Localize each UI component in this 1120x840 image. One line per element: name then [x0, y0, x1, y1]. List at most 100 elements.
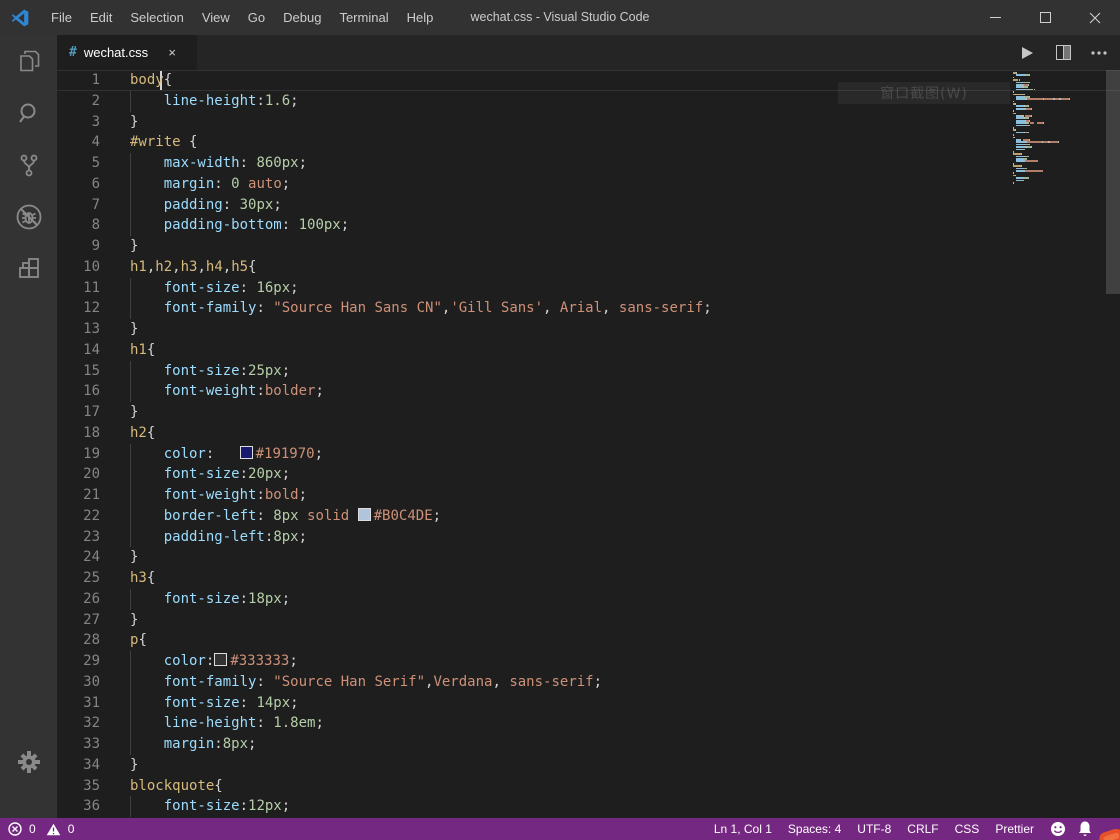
code-line-35[interactable]: 35blockquote{ [57, 776, 1120, 797]
code-line-14[interactable]: 14h1{ [57, 340, 1120, 361]
menu-debug[interactable]: Debug [274, 0, 330, 35]
tab-label: wechat.css [84, 45, 148, 60]
line-number: 23 [57, 527, 100, 548]
warning-count: 0 [68, 822, 75, 836]
status-bar: 0 0 Ln 1, Col 1Spaces: 4UTF-8CRLFCSSPret… [0, 818, 1120, 840]
code-line-31[interactable]: 31 font-size: 14px; [57, 693, 1120, 714]
code-line-22[interactable]: 22 border-left: 8px solid #B0C4DE; [57, 506, 1120, 527]
more-actions-button[interactable] [1086, 40, 1112, 66]
notifications-bell-icon[interactable] [1074, 818, 1120, 840]
status-css[interactable]: CSS [947, 818, 988, 840]
color-swatch[interactable] [214, 653, 227, 666]
token-prop: border-left [164, 508, 257, 524]
code-editor[interactable]: 1body{2 line-height:1.6;3}4#write {5 max… [57, 70, 1120, 818]
code-line-19[interactable]: 19 color: #191970; [57, 444, 1120, 465]
vertical-scrollbar[interactable] [1106, 70, 1120, 818]
status-prettier[interactable]: Prettier [987, 818, 1042, 840]
debug-icon[interactable] [0, 191, 57, 243]
code-line-4[interactable]: 4#write { [57, 132, 1120, 153]
token-pun: } [130, 757, 138, 773]
menu-view[interactable]: View [193, 0, 239, 35]
code-line-13[interactable]: 13} [57, 319, 1120, 340]
code-line-10[interactable]: 10h1,h2,h3,h4,h5{ [57, 257, 1120, 278]
tab-close-icon[interactable]: × [162, 43, 182, 63]
code-line-25[interactable]: 25h3{ [57, 568, 1120, 589]
status-ln-1-col-1[interactable]: Ln 1, Col 1 [706, 818, 780, 840]
code-line-8[interactable]: 8 padding-bottom: 100px; [57, 215, 1120, 236]
code-line-27[interactable]: 27} [57, 610, 1120, 631]
extensions-icon[interactable] [0, 243, 57, 295]
token-pun: } [130, 321, 138, 337]
code-line-12[interactable]: 12 font-family: "Source Han Sans CN",'Gi… [57, 298, 1120, 319]
code-line-29[interactable]: 29 color:#333333; [57, 651, 1120, 672]
code-line-18[interactable]: 18h2{ [57, 423, 1120, 444]
code-line-3[interactable]: 3} [57, 112, 1120, 133]
code-line-15[interactable]: 15 font-size:25px; [57, 361, 1120, 382]
explorer-icon[interactable] [0, 35, 57, 87]
error-count: 0 [29, 822, 36, 836]
code-line-11[interactable]: 11 font-size: 16px; [57, 278, 1120, 299]
menu-edit[interactable]: Edit [81, 0, 121, 35]
problems-status[interactable]: 0 0 [0, 818, 88, 840]
token-prop: max-width [164, 155, 240, 171]
token-pun: ; [282, 466, 290, 482]
code-line-36[interactable]: 36 font-size:12px; [57, 796, 1120, 817]
run-button[interactable] [1014, 40, 1040, 66]
vscode-window: FileEditSelectionViewGoDebugTerminalHelp… [0, 0, 1120, 840]
line-number: 30 [57, 672, 100, 693]
code-text: font-weight:bolder; [100, 381, 324, 402]
token-pun: ; [315, 383, 323, 399]
code-line-6[interactable]: 6 margin: 0 auto; [57, 174, 1120, 195]
code-line-30[interactable]: 30 font-family: "Source Han Serif",Verda… [57, 672, 1120, 693]
code-lines: 1body{2 line-height:1.6;3}4#write {5 max… [57, 70, 1120, 817]
code-line-20[interactable]: 20 font-size:20px; [57, 464, 1120, 485]
minimap[interactable] [1013, 72, 1105, 184]
code-line-28[interactable]: 28p{ [57, 630, 1120, 651]
split-editor-button[interactable] [1050, 40, 1076, 66]
search-icon[interactable] [0, 87, 57, 139]
close-button[interactable] [1070, 0, 1120, 35]
settings-gear-icon[interactable] [0, 736, 57, 788]
line-number: 18 [57, 423, 100, 444]
code-line-7[interactable]: 7 padding: 30px; [57, 195, 1120, 216]
color-swatch[interactable] [240, 446, 253, 459]
code-line-24[interactable]: 24} [57, 547, 1120, 568]
token-plain [130, 736, 164, 752]
tab-wechat-css[interactable]: # wechat.css × [57, 35, 197, 70]
scrollbar-thumb[interactable] [1106, 70, 1120, 294]
feedback-smiley-icon[interactable] [1042, 818, 1074, 840]
code-line-33[interactable]: 33 margin:8px; [57, 734, 1120, 755]
token-hex: #333333 [230, 653, 289, 669]
token-pun: ; [315, 715, 323, 731]
status-utf-8[interactable]: UTF-8 [849, 818, 899, 840]
code-line-26[interactable]: 26 font-size:18px; [57, 589, 1120, 610]
menu-terminal[interactable]: Terminal [330, 0, 397, 35]
menu-selection[interactable]: Selection [121, 0, 192, 35]
status-crlf[interactable]: CRLF [899, 818, 946, 840]
status-spaces-4[interactable]: Spaces: 4 [780, 818, 849, 840]
minimize-button[interactable] [970, 0, 1020, 35]
token-pun: : [214, 176, 231, 192]
code-line-9[interactable]: 9} [57, 236, 1120, 257]
token-plain [130, 715, 164, 731]
token-num: 0 [231, 176, 239, 192]
code-line-34[interactable]: 34} [57, 755, 1120, 776]
menu-file[interactable]: File [42, 0, 81, 35]
line-number: 17 [57, 402, 100, 423]
code-line-16[interactable]: 16 font-weight:bolder; [57, 381, 1120, 402]
source-control-icon[interactable] [0, 139, 57, 191]
code-line-5[interactable]: 5 max-width: 860px; [57, 153, 1120, 174]
token-val: solid [307, 508, 349, 524]
line-number: 33 [57, 734, 100, 755]
line-number: 32 [57, 713, 100, 734]
line-number: 8 [57, 215, 100, 236]
code-line-32[interactable]: 32 line-height: 1.8em; [57, 713, 1120, 734]
code-line-21[interactable]: 21 font-weight:bold; [57, 485, 1120, 506]
menu-go[interactable]: Go [239, 0, 274, 35]
maximize-button[interactable] [1020, 0, 1070, 35]
menu-help[interactable]: Help [398, 0, 443, 35]
token-val: bolder [265, 383, 316, 399]
code-line-23[interactable]: 23 padding-left:8px; [57, 527, 1120, 548]
color-swatch[interactable] [358, 508, 371, 521]
code-line-17[interactable]: 17} [57, 402, 1120, 423]
